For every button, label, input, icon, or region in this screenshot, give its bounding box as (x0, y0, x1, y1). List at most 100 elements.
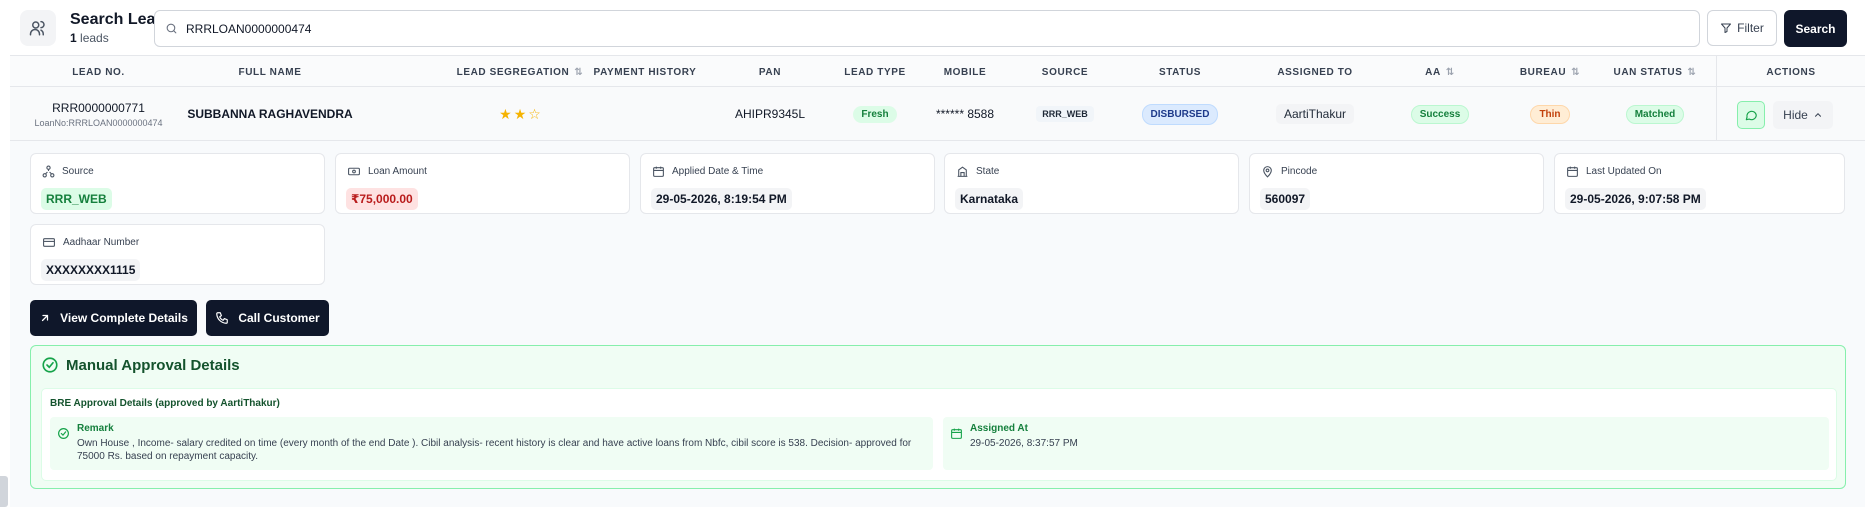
pincode-label: Pincode (1281, 166, 1318, 177)
lead-number: RRR0000000771 (52, 100, 145, 115)
source-label: Source (62, 166, 94, 177)
col-pan-label: PAN (758, 66, 782, 78)
last-updated-card: Last Updated On 29-05-2026, 9:07:58 PM (1554, 153, 1845, 214)
remark-label: Remark (77, 423, 114, 434)
source-value: RRR_WEB (41, 188, 112, 210)
star-filled-icon: ★ (499, 105, 512, 122)
col-pan: PAN (710, 56, 830, 88)
bre-approval-box: BRE Approval Details (approved by AartiT… (41, 388, 1837, 481)
approval-title-text: Manual Approval Details (66, 356, 240, 374)
calendar-icon (653, 166, 664, 177)
col-lead-segregation-label: LEAD SEGREGATION (456, 66, 570, 78)
loan-amount-label: Loan Amount (368, 166, 427, 177)
mobile-value: ****** 8588 (935, 107, 995, 121)
pincode-value: 560097 (1260, 188, 1311, 210)
calendar-icon (1567, 166, 1578, 177)
state-card: State Karnataka (944, 153, 1239, 214)
col-mobile-label: MOBILE (943, 66, 987, 78)
search-icon (166, 23, 177, 34)
col-lead-no-label: LEAD NO. (72, 66, 125, 78)
col-uan-status-label: UAN STATUS (1613, 66, 1683, 78)
loan-amount-value: ₹75,000.00 (346, 188, 418, 210)
col-payment-history-label: PAYMENT HISTORY (593, 66, 697, 78)
lead-number-cell: RRR0000000771 LoanNo:RRRLOAN0000000474 (32, 87, 165, 141)
check-circle-icon (42, 357, 58, 373)
table-row[interactable]: RRR0000000771 LoanNo:RRRLOAN0000000474 S… (10, 55, 1865, 141)
network-icon (42, 165, 55, 178)
hide-button[interactable]: Hide (1773, 101, 1833, 129)
uan-cell: Matched (1600, 87, 1710, 141)
map-pin-icon (1263, 166, 1272, 178)
lead-count-number: 1 (70, 30, 77, 45)
col-lead-type-label: LEAD TYPE (844, 66, 906, 78)
col-assigned-to-label: ASSIGNED TO (1277, 66, 1353, 78)
sort-icon[interactable]: ⇅ (1687, 67, 1696, 78)
col-status: STATUS (1120, 56, 1240, 88)
applied-label: Applied Date & Time (672, 166, 764, 177)
col-assigned-to: ASSIGNED TO (1250, 56, 1380, 88)
hide-label: Hide (1783, 108, 1808, 122)
loan-number: LoanNo:RRRLOAN0000000474 (34, 117, 163, 128)
aa-cell: Success (1390, 87, 1490, 141)
col-bureau-label: BUREAU (1519, 66, 1567, 78)
filter-button[interactable]: Filter (1707, 10, 1777, 46)
search-input[interactable] (186, 21, 1666, 36)
col-actions-label: ACTIONS (1766, 66, 1816, 78)
lead-details-panel: Source RRR_WEB Loan Amount ₹75,000.00 Ap… (10, 141, 1865, 507)
manual-approval-panel: Manual Approval Details BRE Approval Det… (30, 345, 1846, 489)
source-badge: RRR_WEB (1036, 106, 1094, 122)
search-box[interactable] (154, 10, 1700, 47)
assigned-at-box: Assigned At 29-05-2026, 8:37:57 PM (943, 417, 1829, 470)
view-complete-details-button[interactable]: View Complete Details (30, 300, 197, 336)
col-source-label: SOURCE (1041, 66, 1089, 78)
chat-button[interactable] (1737, 101, 1765, 129)
aadhaar-card: Aadhaar Number XXXXXXXX1115 (30, 224, 325, 285)
scrollbar-handle[interactable] (0, 476, 8, 507)
search-button[interactable]: Search (1784, 10, 1847, 47)
phone-icon (216, 312, 229, 324)
col-bureau[interactable]: BUREAU ⇅ (1500, 56, 1600, 88)
pincode-card: Pincode 560097 (1249, 153, 1544, 214)
col-full-name: FULL NAME (180, 56, 360, 88)
building-icon (957, 166, 968, 177)
bureau-cell: Thin (1500, 87, 1600, 141)
applied-value: 29-05-2026, 8:19:54 PM (651, 188, 792, 210)
calendar-icon (951, 428, 962, 439)
check-circle-icon (58, 428, 69, 439)
full-name: SUBBANNA RAGHAVENDRA (187, 107, 353, 121)
status-cell: DISBURSED (1120, 87, 1240, 141)
lead-type-badge: Fresh (853, 105, 897, 123)
source-cell: RRR_WEB (1020, 87, 1110, 141)
sort-icon[interactable]: ⇅ (1446, 67, 1455, 78)
col-lead-no: LEAD NO. (32, 56, 165, 88)
view-details-label: View Complete Details (60, 311, 188, 325)
sort-icon[interactable]: ⇅ (1571, 67, 1580, 78)
table-header: LEAD NO. FULL NAME LEAD SEGREGATION ⇅ PAY… (10, 55, 1865, 87)
assigned-cell: AartiThakur (1250, 87, 1380, 141)
users-icon (20, 9, 56, 46)
aadhaar-label: Aadhaar Number (63, 237, 140, 248)
chat-icon (1745, 110, 1757, 121)
col-aa[interactable]: AA ⇅ (1390, 56, 1490, 88)
updated-value: 29-05-2026, 9:07:58 PM (1565, 188, 1706, 210)
banknote-icon (348, 167, 360, 176)
call-customer-button[interactable]: Call Customer (206, 300, 329, 336)
filter-icon (1721, 23, 1732, 33)
loan-amount-card: Loan Amount ₹75,000.00 (335, 153, 630, 214)
aadhaar-value: XXXXXXXX1115 (41, 259, 141, 281)
applied-date-card: Applied Date & Time 29-05-2026, 8:19:54 … (640, 153, 935, 214)
approval-title: Manual Approval Details (41, 356, 240, 374)
lead-count-suffix: leads (76, 30, 109, 45)
uan-status-badge: Matched (1625, 104, 1685, 124)
col-status-label: STATUS (1158, 66, 1202, 78)
status-badge: DISBURSED (1141, 103, 1219, 125)
actions-divider (1716, 55, 1717, 141)
pan-value: AHIPR9345L (734, 107, 806, 121)
state-value: Karnataka (955, 188, 1024, 210)
aa-badge: Success (1410, 104, 1470, 124)
col-uan-status[interactable]: UAN STATUS ⇅ (1600, 56, 1710, 88)
col-payment-history: PAYMENT HISTORY (580, 56, 710, 88)
state-label: State (976, 166, 1000, 177)
bre-approval-subtitle: BRE Approval Details (approved by AartiT… (50, 398, 280, 409)
updated-label: Last Updated On (1586, 166, 1662, 177)
